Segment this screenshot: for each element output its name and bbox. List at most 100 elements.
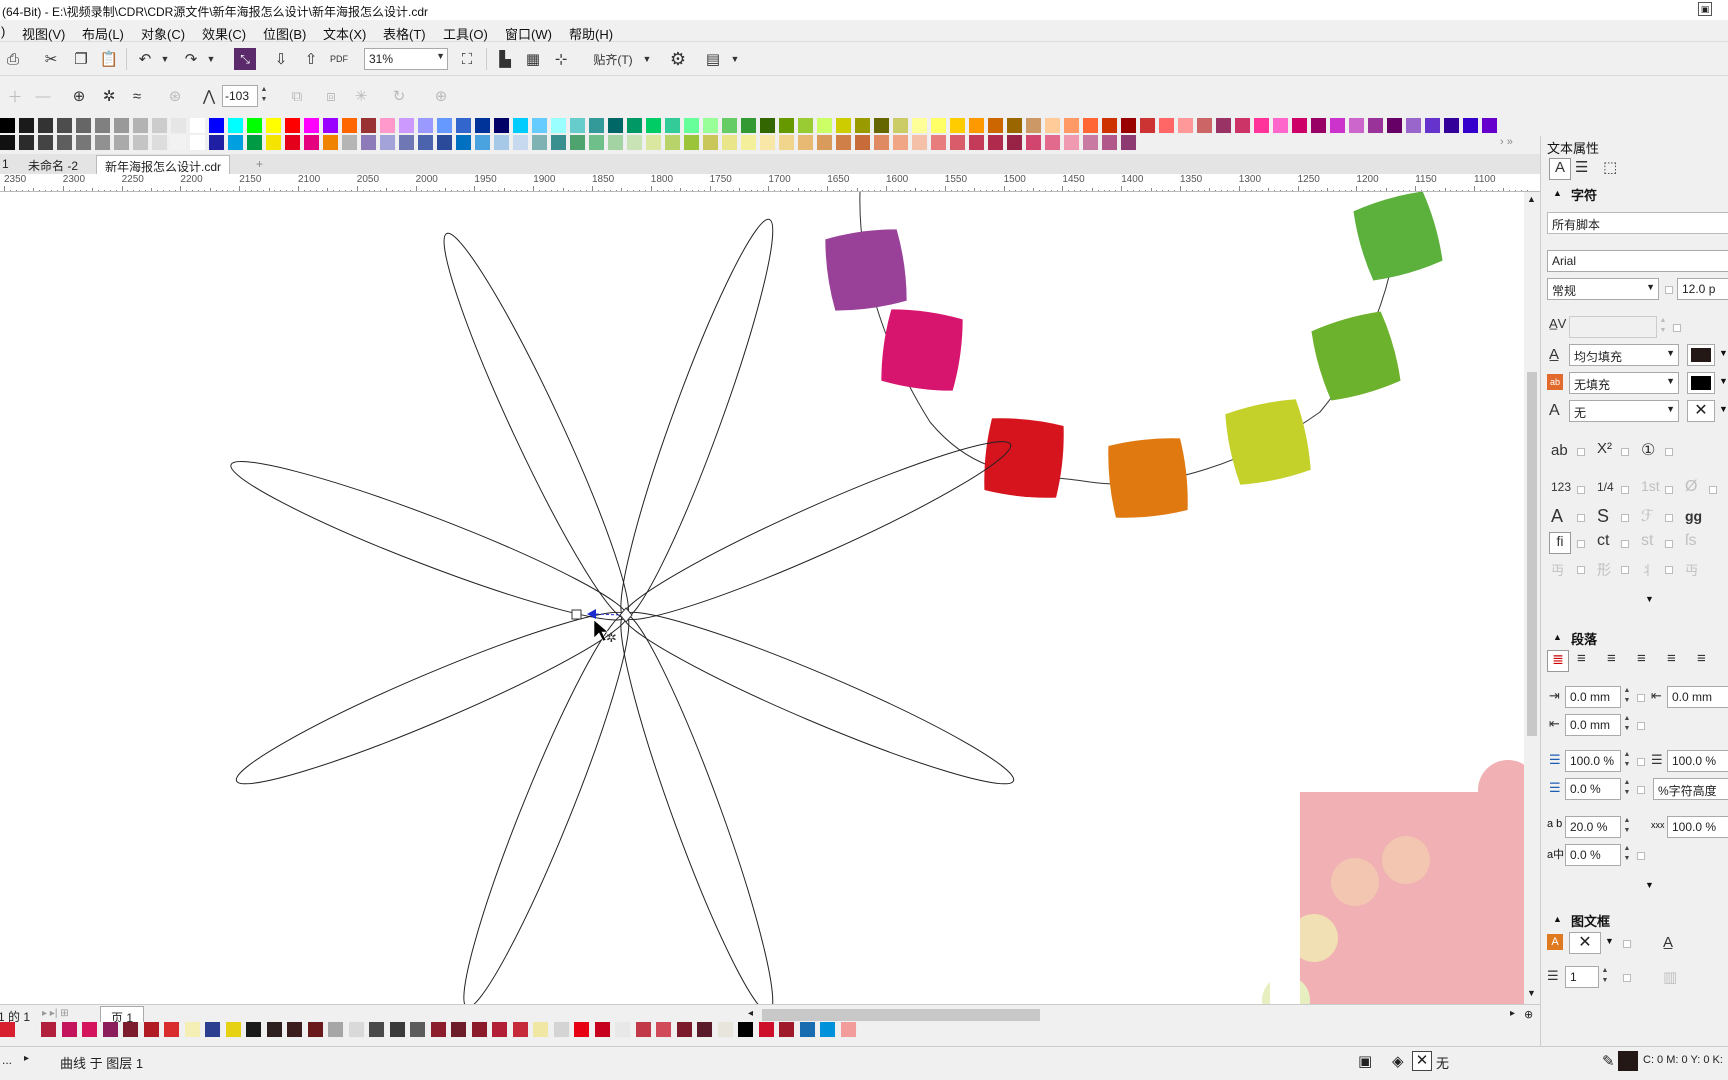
palette-swatch[interactable] — [741, 118, 757, 134]
node-handle[interactable] — [571, 609, 582, 620]
palette-swatch[interactable] — [532, 118, 548, 134]
palette-swatch[interactable] — [399, 118, 415, 134]
left-indent-field[interactable]: 0.0 mm — [1565, 686, 1621, 708]
font-style-select[interactable]: 常规 ▼ — [1547, 278, 1659, 300]
option-checkbox[interactable] — [1621, 448, 1629, 456]
tab-new-year-poster[interactable]: 新年海报怎么设计.cdr — [96, 155, 231, 174]
contextual-alternates-icon[interactable]: gg — [1685, 508, 1702, 524]
align-right-icon[interactable]: ≡ — [1637, 650, 1646, 667]
column-settings-icon[interactable]: ▥ — [1663, 968, 1677, 986]
show-grid-icon[interactable]: ▦ — [522, 48, 544, 70]
menu-item-effects[interactable]: 效果(C) — [202, 24, 246, 43]
palette-swatch[interactable] — [1007, 135, 1023, 151]
document-palette-swatch[interactable] — [143, 1022, 160, 1038]
palette-swatch[interactable] — [608, 118, 624, 134]
publish-pdf-icon[interactable]: PDF — [328, 48, 350, 70]
columns-spinner[interactable]: ▲ ▼ — [1599, 966, 1611, 988]
palette-swatch[interactable] — [1387, 118, 1403, 134]
no-alignment-icon[interactable]: ≣ — [1547, 650, 1569, 672]
palette-swatch[interactable] — [836, 118, 852, 134]
palette-swatch[interactable] — [152, 135, 168, 151]
underline-icon[interactable]: ab — [1551, 442, 1568, 459]
ordinals-icon[interactable]: 1st — [1641, 478, 1660, 494]
kerning-checkbox[interactable] — [1673, 324, 1681, 332]
option-checkbox[interactable] — [1637, 786, 1645, 794]
option-checkbox[interactable] — [1621, 540, 1629, 548]
char-spacing-field[interactable]: 20.0 % — [1565, 816, 1621, 838]
document-palette-swatch[interactable] — [512, 1022, 529, 1038]
document-palette-swatch[interactable] — [246, 1022, 262, 1038]
palette-swatch[interactable] — [38, 135, 54, 151]
show-guidelines-icon[interactable]: ⊹ — [550, 48, 572, 70]
document-palette-swatch[interactable] — [389, 1022, 406, 1038]
palette-swatch[interactable] — [437, 135, 453, 151]
undo-icon[interactable]: ↶ — [134, 48, 156, 70]
option-checkbox[interactable] — [1577, 540, 1585, 548]
palette-swatch[interactable] — [1064, 118, 1080, 134]
document-palette-swatch[interactable] — [369, 1022, 385, 1038]
palette-swatch[interactable] — [646, 118, 662, 134]
redo-dropdown-icon[interactable]: ▼ — [200, 48, 222, 70]
palette-swatch[interactable] — [703, 135, 719, 151]
palette-swatch[interactable] — [380, 135, 396, 151]
outline-pen-icon[interactable]: ✎ — [1602, 1052, 1615, 1070]
bead-red[interactable] — [982, 416, 1067, 501]
document-palette-swatch[interactable] — [635, 1022, 652, 1038]
document-palette-swatch[interactable] — [410, 1022, 426, 1038]
flower-petal[interactable] — [613, 422, 1020, 638]
justify-icon[interactable]: ≡ — [1667, 650, 1676, 667]
chevron-down-icon[interactable]: ▼ — [1719, 376, 1728, 386]
after-paragraph-field[interactable]: 0.0 % — [1565, 778, 1621, 800]
paste-icon[interactable]: 📋 — [98, 48, 120, 70]
standard-ligatures-icon[interactable]: fi — [1549, 532, 1571, 554]
palette-swatch[interactable] — [38, 118, 54, 134]
collapse-paragraph-icon[interactable]: ▲ — [1553, 632, 1562, 642]
tab-fragment[interactable]: 1 — [0, 155, 17, 174]
palette-swatch[interactable] — [361, 135, 377, 151]
palette-swatch[interactable] — [475, 135, 491, 151]
historical-ligatures-icon[interactable]: st — [1641, 532, 1653, 550]
stretch-nodes-icon[interactable]: ⧉ — [286, 85, 308, 107]
smoothness-field[interactable]: -103 — [222, 85, 258, 107]
palette-swatch[interactable] — [817, 135, 833, 151]
palette-swatch[interactable] — [950, 118, 966, 134]
palette-swatch[interactable] — [342, 135, 358, 151]
palette-swatch[interactable] — [494, 135, 510, 151]
flower-petal[interactable] — [227, 593, 636, 803]
horizontal-scroll-thumb[interactable] — [762, 1009, 1040, 1021]
drawing-canvas[interactable]: ✲ — [0, 192, 1524, 1004]
document-palette-swatch[interactable] — [553, 1022, 570, 1038]
palette-swatch[interactable] — [323, 118, 339, 134]
search-content-icon[interactable]: ⤡ — [234, 48, 256, 70]
palette-swatch[interactable] — [247, 135, 263, 151]
bead-magenta[interactable] — [879, 307, 966, 394]
columns-field[interactable]: 1 — [1565, 966, 1599, 988]
document-palette-swatch[interactable] — [471, 1022, 488, 1038]
cjk-vertical-icon[interactable]: 丏 — [1685, 560, 1698, 579]
palette-swatch[interactable] — [190, 135, 206, 151]
palette-swatch[interactable] — [969, 118, 985, 134]
palette-swatch[interactable] — [285, 118, 301, 134]
menu-item-window[interactable]: 窗口(W) — [505, 24, 552, 43]
align-left-icon[interactable]: ≡ — [1577, 650, 1586, 667]
option-checkbox[interactable] — [1665, 540, 1673, 548]
cjk-shape-icon[interactable]: 形 — [1597, 560, 1611, 580]
flower-petal[interactable] — [614, 593, 1023, 803]
palette-swatch[interactable] — [912, 135, 928, 151]
outline-color-swatch[interactable] — [1618, 1051, 1638, 1071]
palette-swatch[interactable] — [1273, 118, 1289, 134]
document-palette-swatch[interactable] — [676, 1022, 693, 1038]
cjk-width-icon[interactable]: ⺦ — [1641, 560, 1654, 579]
chevron-down-icon[interactable]: ▼ — [1719, 404, 1728, 414]
palette-swatch[interactable] — [114, 135, 130, 151]
document-palette-swatch[interactable] — [205, 1022, 221, 1038]
expand-more-icon[interactable]: ▼ — [1645, 594, 1654, 604]
palette-swatch[interactable] — [855, 135, 871, 151]
undo-dropdown-icon[interactable]: ▼ — [154, 48, 176, 70]
document-palette-swatch[interactable] — [61, 1022, 78, 1038]
menu-item-view[interactable]: 视图(V) — [22, 24, 65, 43]
palette-swatch[interactable] — [988, 118, 1004, 134]
palette-swatch[interactable] — [171, 118, 187, 134]
document-palette-swatch[interactable] — [656, 1022, 672, 1038]
palette-swatch[interactable] — [760, 135, 776, 151]
